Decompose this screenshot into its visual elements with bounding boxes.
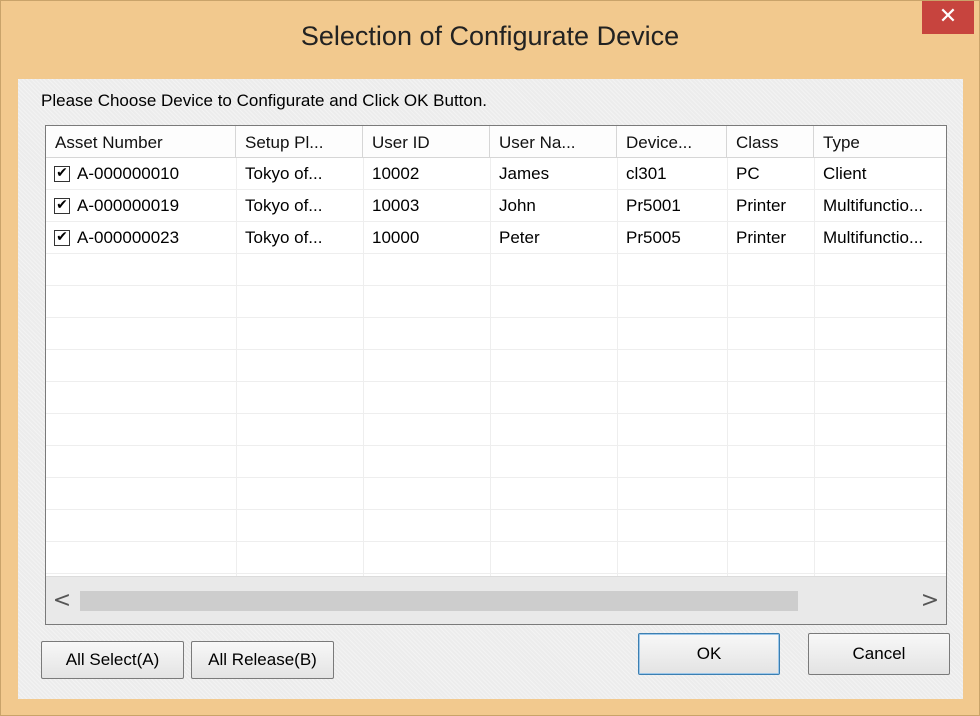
table-row[interactable]: ✔ A-000000010 Tokyo of... 10002 James cl… [46,158,946,190]
cancel-button[interactable]: Cancel [808,633,950,675]
dialog-title: Selection of Configurate Device [300,21,680,51]
all-select-button[interactable]: All Select(A) [41,641,184,679]
cell-device: Pr5001 [626,196,681,215]
all-release-button[interactable]: All Release(B) [191,641,334,679]
cell-class: PC [736,164,760,183]
column-header-type[interactable]: Type [814,126,946,158]
cell-type: Multifunctio... [823,196,924,215]
empty-row [46,286,946,318]
column-header-device[interactable]: Device... [617,126,727,158]
cell-asset-number: A-000000019 [77,196,180,215]
cell-class: Printer [736,228,787,247]
empty-row [46,542,946,574]
instruction-text: Please Choose Device to Configurate and … [41,91,488,110]
table-row[interactable]: ✔ A-000000019 Tokyo of... 10003 John Pr5… [46,190,946,222]
cell-setup-place: Tokyo of... [245,164,323,183]
cell-device: Pr5005 [626,228,681,247]
column-header-class[interactable]: Class [727,126,814,158]
empty-row [46,510,946,542]
cell-user-id: 10003 [372,196,420,215]
horizontal-scrollbar[interactable]: < > [46,576,946,624]
cell-device: cl301 [626,164,667,183]
cell-type: Client [823,164,867,183]
table-row[interactable]: ✔ A-000000023 Tokyo of... 10000 Peter Pr… [46,222,946,254]
empty-row [46,350,946,382]
cell-setup-place: Tokyo of... [245,228,323,247]
empty-row [46,318,946,350]
close-button[interactable]: ✕ [922,1,974,34]
cell-class: Printer [736,196,787,215]
cell-type: Multifunctio... [823,228,924,247]
dialog-body: Please Choose Device to Configurate and … [18,79,963,699]
list-header: Asset Number Setup Pl... User ID User Na… [46,126,946,158]
cell-user-id: 10000 [372,228,420,247]
cell-setup-place: Tokyo of... [245,196,323,215]
scroll-right-icon[interactable]: > [914,577,946,624]
cell-asset-number: A-000000010 [77,164,180,183]
dialog-window: Selection of Configurate Device ✕ Please… [0,0,980,716]
cell-user-id: 10002 [372,164,420,183]
ok-button[interactable]: OK [638,633,780,675]
cell-user-name: Peter [499,228,540,247]
title-bar[interactable]: Selection of Configurate Device ✕ [1,1,979,79]
column-header-user-id[interactable]: User ID [363,126,490,158]
empty-row [46,254,946,286]
empty-row [46,446,946,478]
scroll-thumb[interactable] [80,591,798,611]
scroll-left-icon[interactable]: < [46,577,78,624]
list-body: ✔ A-000000010 Tokyo of... 10002 James cl… [46,158,946,576]
column-header-user-name[interactable]: User Na... [490,126,617,158]
device-list: Asset Number Setup Pl... User ID User Na… [45,125,947,625]
cell-user-name: John [499,196,536,215]
cell-user-name: James [499,164,550,183]
empty-row [46,478,946,510]
column-header-setup-place[interactable]: Setup Pl... [236,126,363,158]
empty-row [46,382,946,414]
column-header-asset-number[interactable]: Asset Number [46,126,236,158]
cell-asset-number: A-000000023 [77,228,180,247]
empty-row [46,414,946,446]
